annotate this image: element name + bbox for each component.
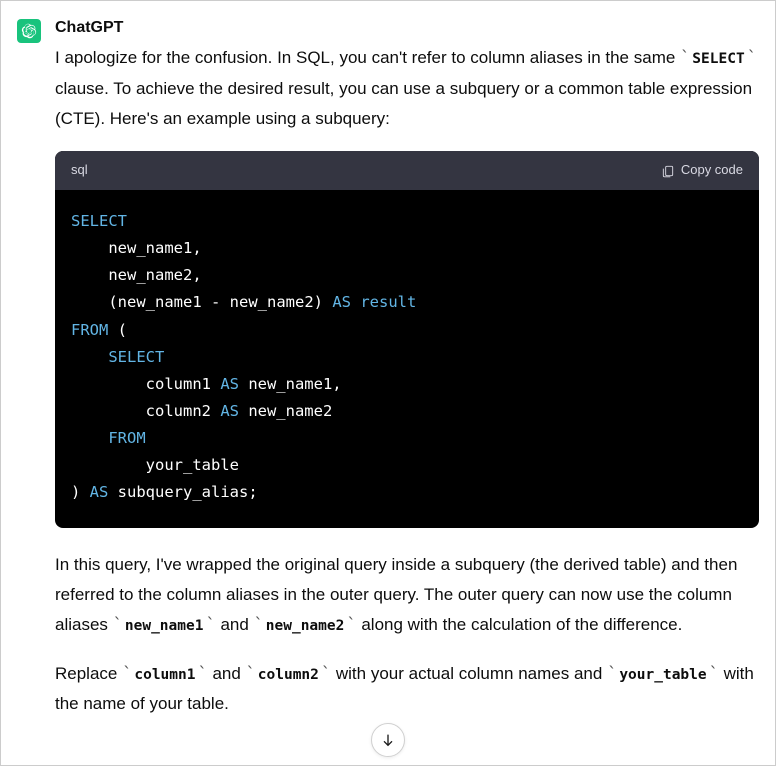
- code-language-label: sql: [71, 159, 88, 182]
- text: clause. To achieve the desired result, y…: [55, 79, 752, 128]
- code-block: sql Copy code SELECT new_name1, new_name…: [55, 151, 759, 528]
- scroll-to-bottom-button[interactable]: [371, 723, 405, 757]
- backtick: `: [205, 615, 215, 635]
- inline-code: column2: [256, 667, 321, 683]
- inline-code: your_table: [617, 667, 708, 683]
- inline-code: new_name1: [123, 618, 206, 634]
- text: I apologize for the confusion. In SQL, y…: [55, 48, 680, 67]
- backtick: `: [709, 664, 719, 684]
- backtick: `: [197, 664, 207, 684]
- inline-code: new_name2: [264, 618, 347, 634]
- inline-code: column1: [132, 667, 197, 683]
- backtick: `: [747, 48, 757, 68]
- backtick: `: [113, 615, 123, 635]
- backtick: `: [680, 48, 690, 68]
- arrow-down-icon: [380, 732, 396, 748]
- inline-code: SELECT: [690, 51, 746, 67]
- backtick: `: [246, 664, 256, 684]
- text: with your actual column names and: [331, 664, 607, 683]
- assistant-avatar-icon: [17, 19, 41, 43]
- message-body: I apologize for the confusion. In SQL, y…: [55, 43, 759, 719]
- assistant-message: ChatGPT I apologize for the confusion. I…: [1, 1, 775, 737]
- backtick: `: [346, 615, 356, 635]
- code-header: sql Copy code: [55, 151, 759, 190]
- backtick: `: [607, 664, 617, 684]
- paragraph-2: In this query, I've wrapped the original…: [55, 550, 759, 640]
- text: along with the calculation of the differ…: [357, 615, 683, 634]
- backtick: `: [254, 615, 264, 635]
- copy-code-label: Copy code: [681, 159, 743, 182]
- paragraph-3: Replace `column1` and `column2` with you…: [55, 659, 759, 720]
- text: and: [208, 664, 246, 683]
- backtick: `: [321, 664, 331, 684]
- paragraph-1: I apologize for the confusion. In SQL, y…: [55, 43, 759, 133]
- clipboard-icon: [661, 164, 675, 178]
- copy-code-button[interactable]: Copy code: [661, 159, 743, 182]
- backtick: `: [122, 664, 132, 684]
- code-content[interactable]: SELECT new_name1, new_name2, (new_name1 …: [55, 190, 759, 528]
- author-name: ChatGPT: [55, 19, 759, 37]
- text: Replace: [55, 664, 122, 683]
- text: and: [216, 615, 254, 634]
